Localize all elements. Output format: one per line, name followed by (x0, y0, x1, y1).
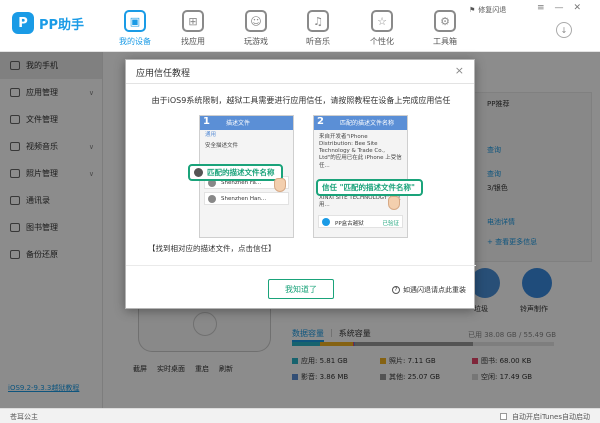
status-left-text: 苍耳公主 (10, 413, 38, 421)
help-link-label: 如遇闪退请点此重装 (403, 286, 466, 294)
back-link: 通用 (205, 132, 217, 138)
itunes-autostart-label: 自动开启iTunes自动启动 (512, 413, 590, 421)
tab-music[interactable]: ♫ 听音乐 (289, 6, 347, 50)
fix-icon: ⚑ (469, 6, 476, 14)
step-two-image: 2 匹配的描述文件名称 来自开发者"iPhone Distribution: B… (313, 115, 408, 238)
top-bar: P PP助手 ▣ 我的设备 ⊞ 找应用 ☺ 玩游戏 ♫ 听音乐 ☆ 个性化 ⚙ … (0, 0, 600, 52)
itunes-autostart-checkbox[interactable] (500, 413, 507, 420)
toolbox-icon: ⚙ (434, 10, 456, 32)
step-number: 2 (317, 116, 324, 127)
tab-label: 找应用 (181, 37, 205, 46)
trust-tutorial-dialog: 应用信任教程 × 由于iOS9系统限制，越狱工具需要进行应用信任，请按照教程在设… (125, 59, 476, 309)
pp-logo-icon: P (12, 12, 34, 34)
tab-label: 听音乐 (306, 37, 330, 46)
fix-crash-link[interactable]: ⚑ 修复闪退 (469, 5, 506, 15)
section-label: 安全描述文件 (205, 143, 239, 150)
tab-label: 玩游戏 (244, 37, 268, 46)
tab-games[interactable]: ☺ 玩游戏 (227, 6, 285, 50)
step-header: 1 描述文件 (200, 116, 293, 130)
pp-app-icon (322, 218, 330, 226)
question-icon: ? (392, 286, 400, 294)
tab-label: 个性化 (370, 37, 394, 46)
step-one-callout: 匹配的描述文件名称 (188, 164, 283, 181)
menu-icon[interactable]: ≡ (537, 3, 545, 13)
gear-icon (208, 195, 216, 204)
got-it-button[interactable]: 我知道了 (268, 279, 334, 299)
gamepad-icon: ☺ (245, 10, 267, 32)
step-caption: 【找到相对应的描述文件，点击信任】 (148, 244, 276, 253)
step-title: 匹配的描述文件名称 (340, 120, 395, 127)
trust-text: 来自开发者"iPhone Distribution: Bee Site Tech… (319, 134, 402, 168)
step-header: 2 匹配的描述文件名称 (314, 116, 407, 130)
app-name: PP助手 (39, 17, 85, 33)
window-controls: ≡ — ✕ (537, 3, 581, 13)
tab-my-device[interactable]: ▣ 我的设备 (106, 6, 164, 50)
step-number: 1 (203, 116, 210, 127)
close-icon[interactable]: ✕ (574, 3, 582, 13)
music-icon: ♫ (307, 10, 329, 32)
dialog-title: 应用信任教程 (136, 69, 191, 79)
step-two-callout: 信任 "匹配的描述文件名称" (316, 179, 423, 196)
pointing-hand-icon (274, 178, 286, 192)
app-row: PP盒古越狱 已验证 (318, 215, 403, 228)
star-icon: ☆ (371, 10, 393, 32)
minimize-icon[interactable]: — (555, 3, 564, 13)
reinstall-help-link[interactable]: ? 如遇闪退请点此重装 (392, 285, 466, 295)
tab-label: 工具箱 (433, 37, 457, 46)
dialog-description: 由于iOS9系统限制，越狱工具需要进行应用信任，请按照教程在设备上完成应用信任 (151, 96, 451, 105)
download-icon[interactable]: ↓ (556, 22, 572, 38)
device-icon: ▣ (124, 10, 146, 32)
profile-row: Shenzhen Han... (204, 192, 289, 206)
gear-icon (194, 168, 203, 177)
dialog-header: 应用信任教程 × (126, 60, 474, 84)
step-title: 描述文件 (226, 120, 251, 127)
apps-icon: ⊞ (182, 10, 204, 32)
app-logo[interactable]: P PP助手 (12, 12, 84, 34)
dialog-divider (126, 265, 476, 266)
pointing-hand-icon (388, 196, 400, 210)
tab-find-apps[interactable]: ⊞ 找应用 (164, 6, 222, 50)
tab-label: 我的设备 (119, 37, 151, 46)
close-icon[interactable]: × (455, 64, 464, 77)
status-bar: 苍耳公主 自动开启iTunes自动启动 (0, 408, 600, 423)
fix-crash-label: 修复闪退 (478, 6, 507, 14)
tab-toolbox[interactable]: ⚙ 工具箱 (416, 6, 474, 50)
tab-personalize[interactable]: ☆ 个性化 (353, 6, 411, 50)
